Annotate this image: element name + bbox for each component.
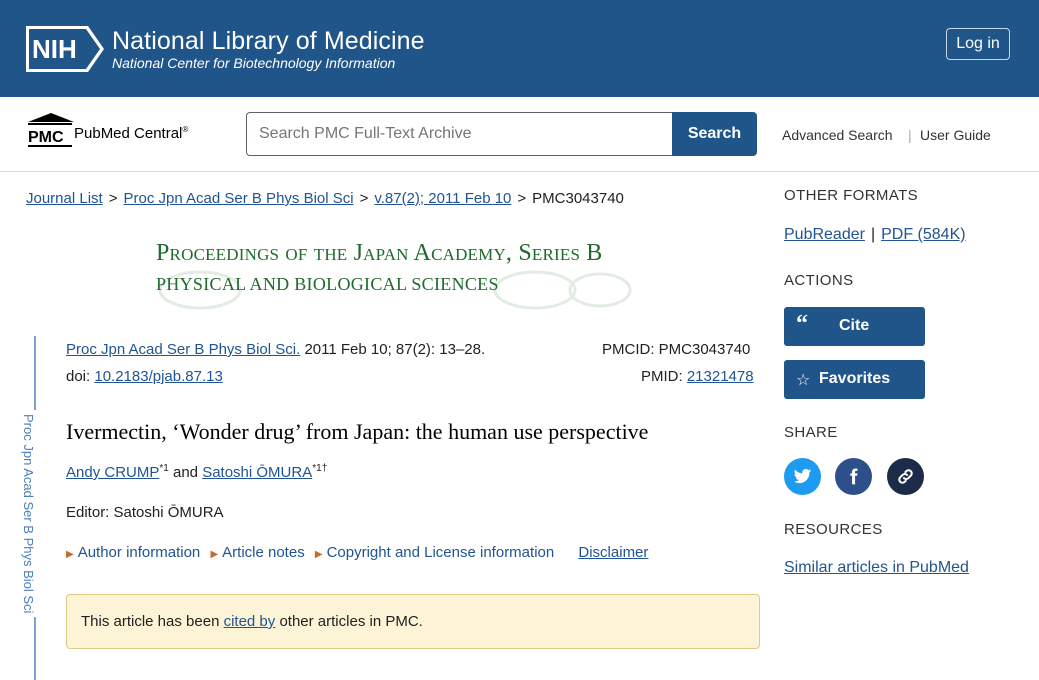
pmc-logo[interactable]: PMC — [26, 112, 76, 148]
breadcrumb-journal[interactable]: Proc Jpn Acad Ser B Phys Biol Sci — [123, 190, 353, 207]
breadcrumb-separator: > — [108, 190, 118, 207]
nih-header: NIH National Library of Medicine Nationa… — [0, 0, 1039, 97]
star-icon: ☆ — [796, 372, 811, 389]
link-icon — [898, 469, 913, 484]
favorites-label: Favorites — [819, 370, 891, 387]
twitter-icon — [793, 468, 812, 484]
copy-link-share-button[interactable] — [887, 458, 924, 495]
pmid-label: PMID: — [641, 368, 687, 385]
author-information-toggle[interactable]: Author information — [78, 544, 201, 561]
search-input[interactable] — [246, 112, 673, 156]
expand-triangle-icon: ▶ — [210, 549, 219, 560]
author-affiliation-mark[interactable]: *1 — [159, 463, 168, 474]
cite-label: Cite — [839, 317, 870, 334]
journal-banner-subtitle: PHYSICAL AND BIOLOGICAL SCIENCES — [156, 274, 499, 294]
quote-icon: “ — [796, 311, 808, 337]
pmcid: PMCID: PMC3043740 — [602, 341, 751, 358]
notice-text: other articles in PMC. — [275, 613, 423, 630]
login-button[interactable]: Log in — [946, 28, 1010, 60]
article-info-links: ▶ Author information ▶ Article notes ▶ Copy… — [66, 544, 648, 561]
share-heading: SHARE — [784, 424, 838, 441]
nih-logo-text: NIH — [32, 34, 77, 64]
pmid-line: PMID: 21321478 — [641, 368, 754, 385]
citation-line: Proc Jpn Acad Ser B Phys Biol Sci. 2011 … — [66, 341, 485, 358]
pmc-logo-text: PMC — [28, 129, 64, 146]
article-notes-toggle[interactable]: Article notes — [222, 544, 305, 561]
nav-separator: | — [908, 127, 912, 143]
pmc-search-bar: PMC PubMed Central® Search Advanced Sear… — [0, 97, 1039, 172]
cited-by-link[interactable]: cited by — [224, 613, 276, 630]
ncbi-subtitle: National Center for Biotechnology Inform… — [112, 55, 396, 71]
pmid-link[interactable]: 21321478 — [687, 368, 754, 385]
author-link[interactable]: Andy CRUMP — [66, 464, 159, 481]
user-guide-link[interactable]: User Guide — [920, 127, 991, 143]
article-title: Ivermectin, ‘Wonder drug’ from Japan: th… — [66, 419, 649, 444]
expand-triangle-icon: ▶ — [66, 549, 74, 560]
registered-mark: ® — [182, 125, 189, 134]
advanced-search-link[interactable]: Advanced Search — [782, 127, 893, 143]
notice-text: This article has been — [81, 613, 224, 630]
resources-heading: RESOURCES — [784, 521, 883, 538]
doi-link[interactable]: 10.2183/pjab.87.13 — [94, 368, 222, 385]
format-separator: | — [870, 226, 876, 243]
pmc-brand-text: PubMed Central — [74, 125, 183, 142]
similar-articles-link[interactable]: Similar articles in PubMed — [784, 559, 969, 577]
nih-logo[interactable]: NIH — [26, 26, 104, 72]
twitter-share-button[interactable] — [784, 458, 821, 495]
doi-line: doi: 10.2183/pjab.87.13 — [66, 368, 223, 385]
cite-button[interactable]: “ Cite — [784, 307, 925, 346]
nlm-title[interactable]: National Library of Medicine — [112, 27, 425, 56]
breadcrumb-separator: > — [517, 190, 527, 207]
author-affiliation-mark[interactable]: *1† — [312, 463, 327, 474]
favorites-button[interactable]: ☆ Favorites — [784, 360, 925, 399]
journal-link[interactable]: Proc Jpn Acad Ser B Phys Biol Sci. — [66, 341, 300, 358]
cited-by-notice: This article has been cited by other art… — [66, 594, 760, 649]
disclaimer-link[interactable]: Disclaimer — [578, 544, 648, 561]
other-formats-heading: OTHER FORMATS — [784, 187, 919, 204]
editor-line: Editor: Satoshi ŌMURA — [66, 504, 224, 521]
pdf-link[interactable]: PDF (584K) — [881, 226, 965, 243]
breadcrumb-current: PMC3043740 — [532, 190, 624, 207]
journal-banner-title: Proceedings of the Japan Academy, Series… — [156, 240, 603, 266]
pubreader-link[interactable]: PubReader — [784, 226, 865, 243]
pmc-brand[interactable]: PubMed Central® — [74, 125, 188, 142]
author-conjunction: and — [168, 464, 203, 481]
breadcrumb-separator: > — [359, 190, 369, 207]
journal-banner[interactable]: Proceedings of the Japan Academy, Series… — [140, 232, 640, 310]
breadcrumb-issue[interactable]: v.87(2); 2011 Feb 10 — [374, 190, 511, 207]
citation-details: 2011 Feb 10; 87(2): 13–28. — [300, 341, 486, 358]
format-links: PubReader | PDF (584K) — [784, 226, 966, 244]
breadcrumb: Journal List > Proc Jpn Acad Ser B Phys Bi… — [26, 190, 624, 207]
facebook-icon — [850, 468, 858, 485]
side-journal-label[interactable]: Proc Jpn Acad Ser B Phys Biol Sci — [21, 410, 36, 618]
copyright-license-toggle[interactable]: Copyright and License information — [327, 544, 555, 561]
actions-heading: ACTIONS — [784, 272, 854, 289]
doi-label: doi: — [66, 368, 95, 385]
author-list: Andy CRUMP*1 and Satoshi ŌMURA*1† — [66, 463, 327, 481]
expand-triangle-icon: ▶ — [314, 549, 323, 560]
facebook-share-button[interactable] — [835, 458, 872, 495]
breadcrumb-journal-list[interactable]: Journal List — [26, 190, 103, 207]
author-link[interactable]: Satoshi ŌMURA — [202, 464, 312, 481]
search-button[interactable]: Search — [672, 112, 757, 156]
